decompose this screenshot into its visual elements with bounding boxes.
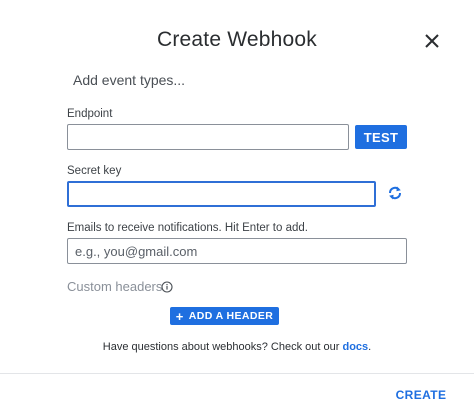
secret-key-label: Secret key [67,165,122,177]
plus-icon: + [175,308,184,324]
endpoint-input[interactable] [67,124,349,150]
help-text: Have questions about webhooks? Check out… [0,341,474,353]
close-icon[interactable] [421,30,443,52]
add-header-label: ADD A HEADER [188,310,274,322]
emails-input[interactable] [67,238,407,264]
create-button[interactable]: CREATE [391,386,451,404]
custom-headers-label: Custom headers [67,279,163,294]
add-event-types[interactable]: Add event types... [73,72,185,88]
info-icon[interactable] [161,280,173,293]
endpoint-label: Endpoint [67,108,113,120]
secret-key-input[interactable] [67,181,376,207]
test-button[interactable]: TEST [355,125,407,149]
emails-label: Emails to receive notifications. Hit Ent… [67,222,308,234]
add-header-button[interactable]: + ADD A HEADER [170,307,279,325]
refresh-icon[interactable] [386,184,404,202]
help-message: Have questions about webhooks? Check out… [102,341,343,353]
footer-divider [0,373,474,374]
help-suffix: . [368,341,372,353]
dialog-title: Create Webhook [156,28,317,51]
docs-link[interactable]: docs [342,341,368,353]
